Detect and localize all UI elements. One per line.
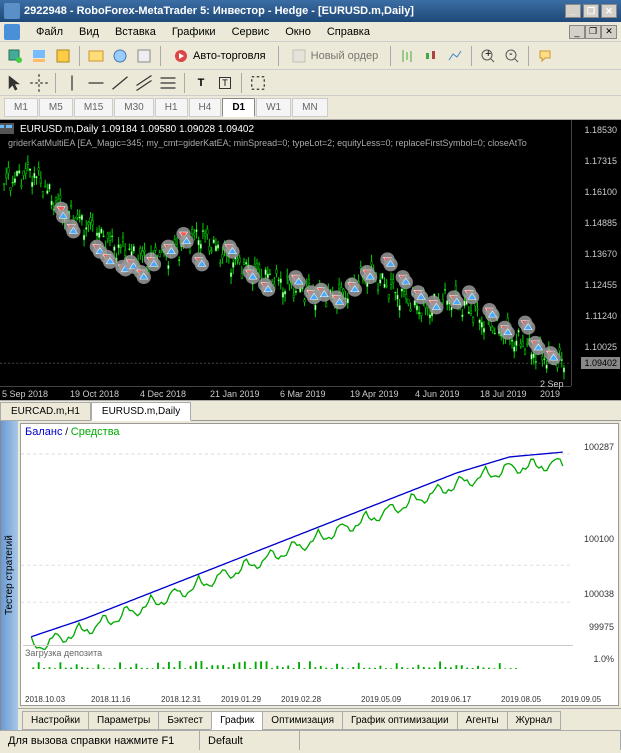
objects-button[interactable] [247, 72, 269, 94]
new-order-label: Новый ордер [311, 50, 379, 62]
tester-side-label[interactable]: Тестер стратегий [0, 421, 18, 730]
close-button[interactable]: ✕ [601, 4, 617, 18]
tester-tab-journal[interactable]: Журнал [507, 711, 562, 730]
menu-help[interactable]: Справка [319, 24, 378, 40]
timeframe-bar: M1 M5 M15 M30 H1 H4 D1 W1 MN [0, 96, 621, 120]
bar-chart-button[interactable] [396, 45, 418, 67]
status-help: Для вызова справки нажмите F1 [0, 731, 200, 750]
equity-x-axis: 2018.10.03 2018.11.16 2018.12.31 2019.01… [21, 691, 618, 705]
tester-panel: Тестер стратегий Баланс / Средства 10028… [0, 420, 621, 730]
vertical-line-button[interactable] [61, 72, 83, 94]
menu-view[interactable]: Вид [71, 24, 107, 40]
chart-y-axis: 1.18530 1.17315 1.16100 1.14885 1.13670 … [571, 120, 621, 386]
market-watch-button[interactable] [52, 45, 74, 67]
tester-tabs: Настройки Параметры Бэктест График Оптим… [18, 708, 621, 730]
menu-tools[interactable]: Сервис [224, 24, 278, 40]
chart-title: EURUSD.m,Daily 1.09184 1.09580 1.09028 1… [20, 124, 254, 135]
chart-x-axis: 5 Sep 2018 19 Oct 2018 4 Dec 2018 21 Jan… [0, 386, 571, 400]
main-toolbar: Авто-торговля Новый ордер + - [0, 42, 621, 70]
price-chart[interactable]: EURUSD.m,Daily 1.09184 1.09580 1.09028 1… [0, 120, 621, 400]
ea-icon [0, 123, 14, 134]
mdi-restore-button[interactable]: ❐ [585, 25, 601, 39]
new-order-icon [291, 48, 307, 64]
cursor-button[interactable] [4, 72, 26, 94]
tf-m5[interactable]: M5 [39, 98, 73, 117]
tester-tab-settings[interactable]: Настройки [22, 711, 89, 730]
data-window-button[interactable] [109, 45, 131, 67]
zoom-in-button[interactable]: + [477, 45, 499, 67]
equity-y-axis: 100287 100100 100038 99975 1.0% [573, 424, 618, 665]
line-chart-button[interactable] [444, 45, 466, 67]
trend-line-button[interactable] [109, 72, 131, 94]
tester-tab-params[interactable]: Параметры [88, 711, 159, 730]
text-button[interactable]: T [190, 72, 212, 94]
auto-trading-button[interactable]: Авто-торговля [166, 45, 273, 67]
maximize-button[interactable]: ❐ [583, 4, 599, 18]
chart-ea-info: griderKatMultiEA [EA_Magic=345; my_cmt=g… [8, 138, 527, 148]
tester-tab-backtest[interactable]: Бэктест [158, 711, 212, 730]
tester-tab-chart[interactable]: График [211, 711, 263, 730]
tf-m30[interactable]: M30 [114, 98, 153, 117]
new-chart-button[interactable] [4, 45, 26, 67]
tf-h4[interactable]: H4 [189, 98, 222, 117]
minimize-button[interactable]: _ [565, 4, 581, 18]
equidistant-channel-button[interactable] [133, 72, 155, 94]
toolbox-button[interactable] [133, 45, 155, 67]
tester-tab-opt-chart[interactable]: График оптимизации [342, 711, 458, 730]
mt5-icon [4, 24, 20, 40]
status-profile: Default [200, 731, 300, 750]
tf-w1[interactable]: W1 [256, 98, 291, 117]
app-icon [4, 3, 20, 19]
menu-charts[interactable]: Графики [164, 24, 224, 40]
tf-mn[interactable]: MN [292, 98, 328, 117]
menu-file[interactable]: Файл [28, 24, 71, 40]
menu-window[interactable]: Окно [277, 24, 319, 40]
tf-d1[interactable]: D1 [222, 98, 255, 117]
auto-trading-label: Авто-торговля [193, 50, 266, 62]
candles-svg [0, 120, 571, 386]
profiles-button[interactable] [28, 45, 50, 67]
chart-tab-eurcad[interactable]: EURCAD.m,H1 [0, 402, 91, 421]
svg-text:-: - [509, 48, 513, 60]
new-order-button[interactable]: Новый ордер [284, 45, 386, 67]
tf-m1[interactable]: M1 [4, 98, 38, 117]
statusbar: Для вызова справки нажмите F1 Default [0, 730, 621, 750]
mdi-close-button[interactable]: ✕ [601, 25, 617, 39]
chat-button[interactable] [534, 45, 556, 67]
svg-text:+: + [485, 48, 491, 60]
candle-chart-button[interactable] [420, 45, 442, 67]
chart-tab-eurusd[interactable]: EURUSD.m,Daily [91, 402, 191, 421]
menubar: Файл Вид Вставка Графики Сервис Окно Спр… [0, 22, 621, 42]
window-title: 2922948 - RoboForex-MetaTrader 5: Инвест… [24, 5, 565, 17]
tf-h1[interactable]: H1 [155, 98, 188, 117]
play-icon [173, 48, 189, 64]
tester-tab-optimization[interactable]: Оптимизация [262, 711, 343, 730]
horizontal-line-button[interactable] [85, 72, 107, 94]
crosshair-button[interactable] [28, 72, 50, 94]
deposit-load-subchart: Загрузка депозита [23, 645, 573, 685]
drawing-toolbar: T T [0, 70, 621, 96]
navigator-button[interactable] [85, 45, 107, 67]
equity-svg [21, 424, 573, 650]
current-price-box: 1.09402 [581, 357, 620, 369]
equity-chart[interactable]: Баланс / Средства 100287 100100 100038 9… [20, 423, 619, 706]
titlebar: 2922948 - RoboForex-MetaTrader 5: Инвест… [0, 0, 621, 22]
chart-tabs: EURCAD.m,H1 EURUSD.m,Daily [0, 400, 621, 420]
mdi-minimize-button[interactable]: _ [569, 25, 585, 39]
zoom-out-button[interactable]: - [501, 45, 523, 67]
menu-insert[interactable]: Вставка [107, 24, 164, 40]
fibonacci-button[interactable] [157, 72, 179, 94]
tf-m15[interactable]: M15 [74, 98, 113, 117]
text-label-button[interactable]: T [214, 72, 236, 94]
deposit-svg [23, 631, 528, 671]
tester-tab-agents[interactable]: Агенты [457, 711, 508, 730]
